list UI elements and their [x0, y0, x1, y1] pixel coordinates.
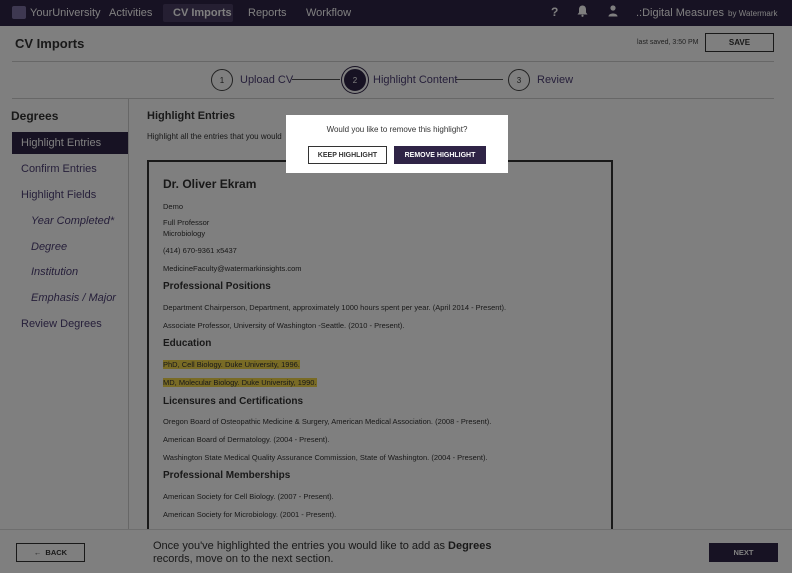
remove-highlight-dialog: Would you like to remove this highlight?… [286, 115, 508, 173]
modal-backdrop[interactable] [0, 0, 792, 573]
remove-highlight-button[interactable]: REMOVE HIGHLIGHT [394, 146, 486, 164]
keep-highlight-button[interactable]: KEEP HIGHLIGHT [308, 146, 387, 164]
dialog-question: Would you like to remove this highlight? [326, 125, 468, 134]
